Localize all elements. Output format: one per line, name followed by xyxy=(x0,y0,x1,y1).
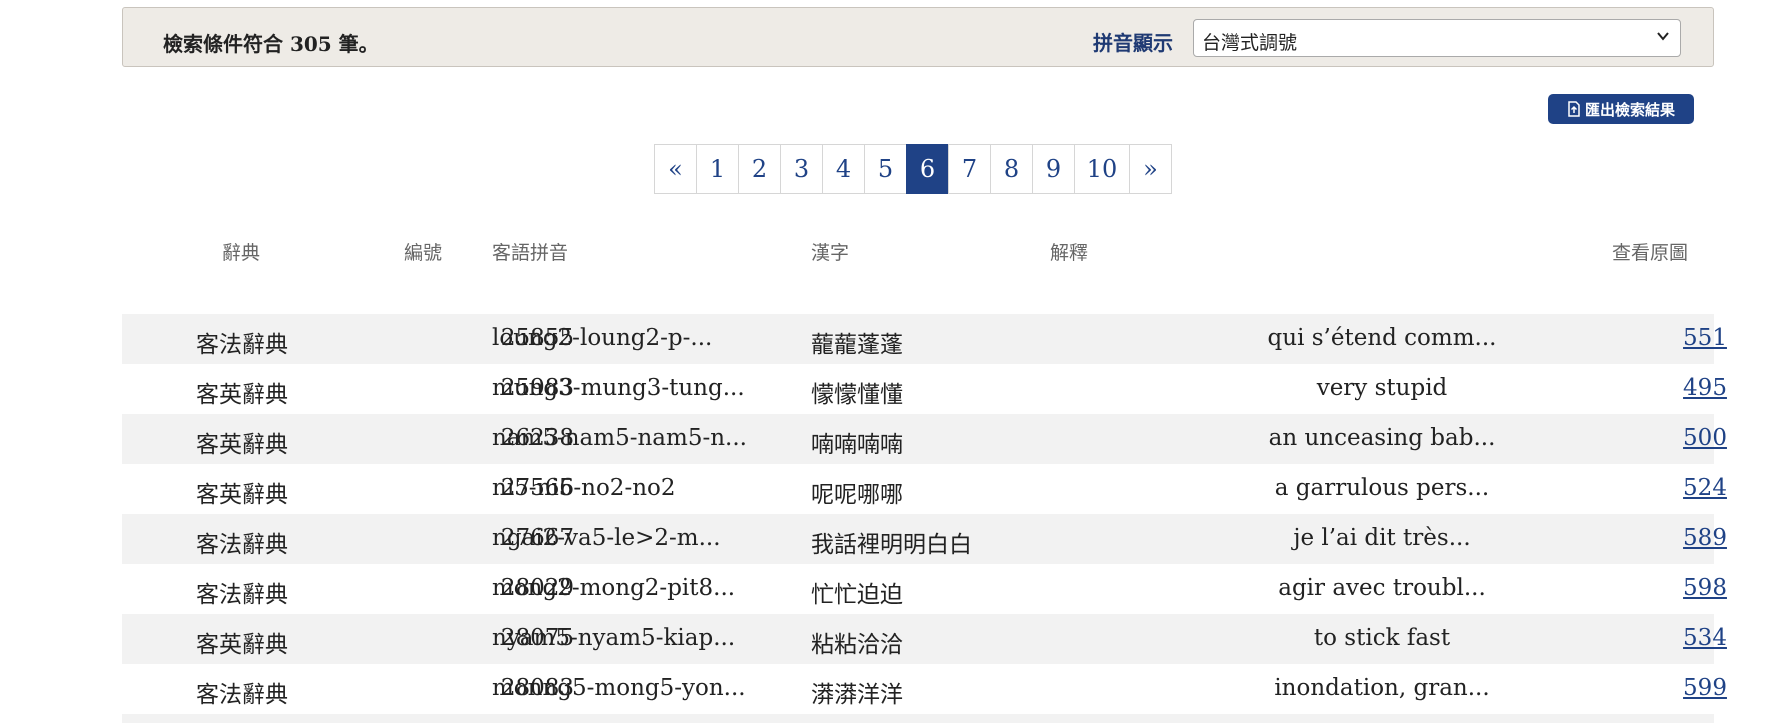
cell-hanzi: 懞懞懂懂 xyxy=(811,382,903,408)
cell-dict: 客法辭典 xyxy=(196,682,288,708)
cell-definition: inondation, gran... xyxy=(1274,675,1490,701)
table-row: 客法辭典 28083 monng5-mong5-yon... 漭漭洋洋 inon… xyxy=(122,664,1727,714)
cell-pinyin: mung3-mung3-tung... xyxy=(492,375,745,401)
table-row: 客法辭典 28029 mong2-mong2-pit8... 忙忙迫迫 agir… xyxy=(122,564,1727,614)
table-row: 客法辭典 25855 loung2-loung2-p-... 蘢蘢蓬蓬 qui … xyxy=(122,314,1727,364)
cell-definition: to stick fast xyxy=(1313,625,1451,651)
table-row: 客英辭典 26238 nam5-nam5-nam5-n... 喃喃喃喃 an u… xyxy=(122,414,1727,464)
page-7[interactable]: 7 xyxy=(948,144,991,194)
cell-definition: very stupid xyxy=(1316,375,1448,401)
cell-dict: 客英辭典 xyxy=(196,382,288,408)
page-4[interactable]: 4 xyxy=(822,144,865,194)
cell-hanzi: 蘢蘢蓬蓬 xyxy=(811,332,903,358)
cell-definition: qui s’étend comm... xyxy=(1267,325,1497,351)
page-8[interactable]: 8 xyxy=(990,144,1033,194)
cell-dict: 客法辭典 xyxy=(196,582,288,608)
cell-dict: 客英辭典 xyxy=(196,632,288,658)
page-9[interactable]: 9 xyxy=(1032,144,1075,194)
page-1[interactable]: 1 xyxy=(696,144,739,194)
original-page-link[interactable]: 534 xyxy=(1670,625,1740,651)
cell-dict: 客法辭典 xyxy=(196,332,288,358)
result-count: 檢索條件符合 305 筆。 xyxy=(163,32,379,56)
cell-definition: a garrulous pers... xyxy=(1274,475,1490,501)
table-row: 客英辭典 27566 ni5-ni5-no2-no2 呢呢哪哪 a garrul… xyxy=(122,464,1727,514)
cell-pinyin: ngai2-va5-le>2-m... xyxy=(492,525,721,551)
table-row: 客英辭典 25983 mung3-mung3-tung... 懞懞懂懂 very… xyxy=(122,364,1727,414)
page-6-current[interactable]: 6 xyxy=(906,144,949,194)
cell-hanzi: 呢呢哪哪 xyxy=(811,482,903,508)
cell-pinyin: loung2-loung2-p-... xyxy=(492,325,713,351)
cell-hanzi: 我話裡明明白白 xyxy=(811,532,972,558)
cell-hanzi: 忙忙迫迫 xyxy=(811,582,903,608)
cell-pinyin: nam5-nam5-nam5-n... xyxy=(492,425,747,451)
pinyin-display-select[interactable]: 台灣式調號 xyxy=(1193,19,1681,57)
original-page-link[interactable]: 598 xyxy=(1670,575,1740,601)
page-10[interactable]: 10 xyxy=(1074,144,1130,194)
pinyin-select-value: 台灣式調號 xyxy=(1202,32,1298,54)
cell-hanzi: 漭漭洋洋 xyxy=(811,682,903,708)
cell-hanzi: 粘粘洽洽 xyxy=(811,632,903,658)
pagination: « 1 2 3 4 5 6 7 8 9 10 » xyxy=(654,144,1172,194)
pinyin-display-label: 拼音顯示 xyxy=(1093,31,1173,55)
cell-pinyin: mong2-mong2-pit8... xyxy=(492,575,736,601)
cell-definition: je l’ai dit très... xyxy=(1293,525,1471,551)
cell-pinyin: ni5-ni5-no2-no2 xyxy=(492,475,676,501)
header-original-image: 查看原圖 xyxy=(1612,242,1689,264)
cell-dict: 客英辭典 xyxy=(196,482,288,508)
original-page-link[interactable]: 495 xyxy=(1670,375,1740,401)
cell-definition: an unceasing bab... xyxy=(1268,425,1496,451)
header-definition: 解釋 xyxy=(1050,242,1089,264)
page-prev[interactable]: « xyxy=(654,144,697,194)
original-page-link[interactable]: 524 xyxy=(1670,475,1740,501)
cell-hanzi: 喃喃喃喃 xyxy=(811,432,903,458)
page-5[interactable]: 5 xyxy=(864,144,907,194)
original-page-link[interactable]: 500 xyxy=(1670,425,1740,451)
table-row-partial xyxy=(122,714,1714,723)
results-table: 客法辭典 25855 loung2-loung2-p-... 蘢蘢蓬蓬 qui … xyxy=(122,314,1727,723)
page-3[interactable]: 3 xyxy=(780,144,823,194)
chevron-down-icon xyxy=(1656,28,1670,47)
cell-pinyin: nyam5-nyam5-kiap... xyxy=(492,625,736,651)
filter-bar: 檢索條件符合 305 筆。 拼音顯示 台灣式調號 xyxy=(122,7,1714,67)
table-row: 客法辭典 27667 ngai2-va5-le>2-m... 我話裡明明白白 j… xyxy=(122,514,1727,564)
header-id: 編號 xyxy=(404,242,443,264)
page-2[interactable]: 2 xyxy=(738,144,781,194)
file-export-icon xyxy=(1567,101,1581,117)
export-button-label: 匯出檢索結果 xyxy=(1584,100,1675,119)
cell-definition: agir avec troubl... xyxy=(1278,575,1486,601)
original-page-link[interactable]: 551 xyxy=(1670,325,1740,351)
export-results-button[interactable]: 匯出檢索結果 xyxy=(1548,94,1694,124)
page-next[interactable]: » xyxy=(1129,144,1172,194)
table-row: 客英辭典 28075 nyam5-nyam5-kiap... 粘粘洽洽 to s… xyxy=(122,614,1727,664)
header-pinyin: 客語拼音 xyxy=(492,242,569,264)
header-dict: 辭典 xyxy=(222,242,261,264)
cell-dict: 客英辭典 xyxy=(196,432,288,458)
original-page-link[interactable]: 589 xyxy=(1670,525,1740,551)
original-page-link[interactable]: 599 xyxy=(1670,675,1740,701)
header-hanzi: 漢字 xyxy=(811,242,850,264)
cell-dict: 客法辭典 xyxy=(196,532,288,558)
cell-pinyin: monng5-mong5-yon... xyxy=(492,675,746,701)
